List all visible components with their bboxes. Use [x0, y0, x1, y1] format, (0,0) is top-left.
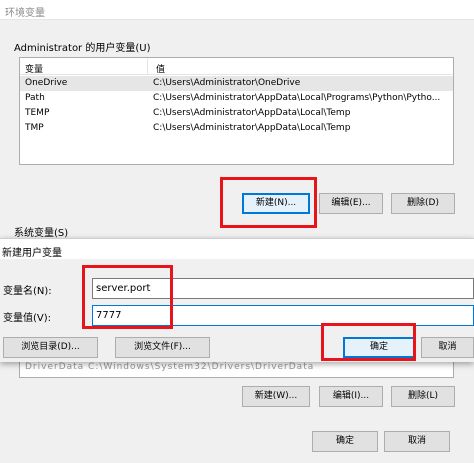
column-divider[interactable]	[147, 58, 148, 75]
system-new-button[interactable]: 新建(W)...	[242, 386, 310, 407]
window-titlebar: 环境变量	[0, 0, 474, 20]
table-row[interactable]: TMP C:\Users\Administrator\AppData\Local…	[20, 121, 453, 136]
browse-directory-button[interactable]: 浏览目录(D)...	[3, 337, 98, 358]
column-header-value[interactable]: 值	[156, 62, 165, 75]
env-cancel-button[interactable]: 取消	[384, 431, 450, 452]
browse-file-button[interactable]: 浏览文件(F)...	[115, 337, 210, 358]
variable-value: C:\Users\Administrator\AppData\Local\Pro…	[153, 93, 441, 103]
variable-name: Path	[25, 93, 45, 103]
user-variables-list[interactable]: 变量 值 OneDrive C:\Users\Administrator\One…	[19, 57, 454, 165]
variable-name: TMP	[25, 123, 44, 133]
variable-name: OneDrive	[25, 78, 68, 88]
dialog-title: 新建用户变量	[2, 248, 62, 259]
user-variables-group-label: Administrator 的用户变量(U)	[14, 43, 151, 54]
variable-name: TEMP	[25, 108, 50, 118]
env-ok-button[interactable]: 确定	[312, 431, 378, 452]
highlight-box	[321, 323, 416, 361]
user-delete-button[interactable]: 删除(D)	[391, 193, 455, 214]
table-row[interactable]: TEMP C:\Users\Administrator\AppData\Loca…	[20, 106, 453, 121]
system-variables-list[interactable]: DriverData C:\Windows\System32\Drivers\D…	[19, 362, 454, 378]
system-delete-button[interactable]: 删除(L)	[391, 386, 455, 407]
variable-value: C:\Users\Administrator\AppData\Local\Tem…	[153, 123, 351, 133]
variable-name-label: 变量名(N):	[3, 286, 52, 297]
window-title: 环境变量	[5, 8, 45, 19]
dialog-cancel-button[interactable]: 取消	[421, 337, 474, 358]
system-variables-group-label: 系统变量(S)	[14, 228, 69, 239]
list-item: DriverData C:\Windows\System32\Drivers\D…	[25, 362, 315, 372]
list-header: 变量 值	[20, 58, 453, 75]
variable-value-label: 变量值(V):	[3, 313, 52, 324]
environment-variables-window: 环境变量 Administrator 的用户变量(U) 变量 值 OneDriv…	[0, 0, 474, 463]
system-edit-button[interactable]: 编辑(I)...	[319, 386, 383, 407]
variable-value: C:\Users\Administrator\OneDrive	[153, 78, 301, 88]
table-row[interactable]: Path C:\Users\Administrator\AppData\Loca…	[20, 91, 453, 106]
user-edit-button[interactable]: 编辑(E)...	[319, 193, 383, 214]
dialog-titlebar: 新建用户变量	[0, 239, 474, 259]
highlight-box	[82, 265, 173, 329]
highlight-box	[220, 177, 317, 228]
variable-value: C:\Users\Administrator\AppData\Local\Tem…	[153, 108, 351, 118]
column-header-variable[interactable]: 变量	[25, 62, 43, 75]
table-row[interactable]: OneDrive C:\Users\Administrator\OneDrive	[20, 76, 453, 91]
